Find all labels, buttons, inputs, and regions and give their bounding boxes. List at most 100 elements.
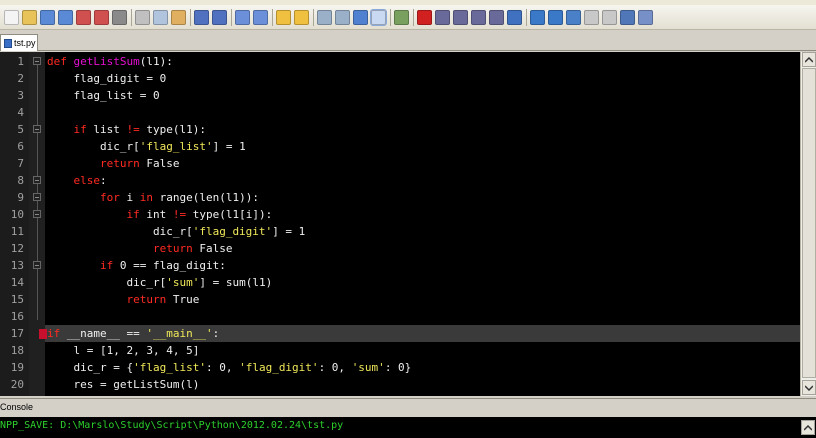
code-text: def getListSum(l1): bbox=[47, 53, 173, 70]
scroll-down-button[interactable] bbox=[802, 380, 816, 395]
code-token: list bbox=[93, 123, 127, 136]
nav-down-icon[interactable] bbox=[548, 10, 563, 25]
scrollbar-thumb[interactable] bbox=[802, 68, 816, 378]
sync-vertical-icon[interactable] bbox=[317, 10, 332, 25]
tab-tst-py[interactable]: tst.py bbox=[0, 34, 38, 51]
code-line: 2 flag_digit = 0 bbox=[17, 70, 816, 87]
code-token: dic_r[ bbox=[47, 276, 167, 289]
code-token: 'flag_digit' bbox=[239, 361, 319, 374]
toolbar-separator bbox=[231, 9, 232, 26]
fold-toggle-icon[interactable] bbox=[33, 210, 41, 218]
scroll-up-button[interactable] bbox=[802, 52, 816, 67]
save-all-icon[interactable] bbox=[58, 10, 73, 25]
close-icon[interactable] bbox=[76, 10, 91, 25]
code-line: 7 return False bbox=[17, 155, 816, 172]
code-text: dic_r = {'flag_list': 0, 'flag_digit': 0… bbox=[47, 359, 411, 376]
function-list-icon[interactable] bbox=[602, 10, 617, 25]
code-token: if bbox=[47, 327, 67, 340]
run-icon[interactable] bbox=[620, 10, 635, 25]
code-token: return bbox=[47, 242, 200, 255]
line-number: 15 bbox=[10, 293, 24, 306]
line-number: 4 bbox=[17, 106, 24, 119]
code-token: : 0} bbox=[384, 361, 412, 374]
zoom-out-icon[interactable] bbox=[294, 10, 309, 25]
compare-icon[interactable] bbox=[566, 10, 581, 25]
line-number: 1 bbox=[17, 55, 24, 68]
spell-check-icon[interactable] bbox=[507, 10, 522, 25]
toolbar-separator bbox=[313, 9, 314, 26]
fold-toggle-icon[interactable] bbox=[33, 57, 41, 65]
toolbar-separator bbox=[526, 9, 527, 26]
code-token: l = [1, 2, 3, 4, 5] bbox=[47, 344, 200, 357]
line-number: 9 bbox=[17, 191, 24, 204]
undo-icon[interactable] bbox=[194, 10, 209, 25]
code-token: return bbox=[47, 293, 173, 306]
line-number: 7 bbox=[17, 157, 24, 170]
code-editor[interactable]: 1 def getListSum(l1): 2 flag_digit = 03 fl… bbox=[0, 52, 816, 396]
code-token: i bbox=[126, 191, 140, 204]
line-number: 16 bbox=[10, 310, 24, 323]
code-token: != bbox=[172, 208, 187, 221]
code-token: dic_r = { bbox=[47, 361, 134, 374]
tab-label: tst.py bbox=[14, 38, 36, 48]
open-file-icon[interactable] bbox=[22, 10, 37, 25]
replace-icon[interactable] bbox=[253, 10, 268, 25]
code-text: if __name__ == '__main__': bbox=[47, 325, 219, 342]
run-macro-multiple-icon[interactable] bbox=[471, 10, 486, 25]
word-wrap-icon[interactable] bbox=[353, 10, 368, 25]
vertical-scrollbar[interactable] bbox=[800, 52, 816, 396]
close-all-icon[interactable] bbox=[94, 10, 109, 25]
indent-guide-icon[interactable] bbox=[394, 10, 409, 25]
code-text: flag_digit = 0 bbox=[47, 70, 166, 87]
save-icon[interactable] bbox=[40, 10, 55, 25]
code-line: 9 for i in range(len(l1)): bbox=[17, 189, 816, 206]
toolbar-separator bbox=[390, 9, 391, 26]
code-text: else: bbox=[47, 172, 107, 189]
fold-toggle-icon[interactable] bbox=[33, 193, 41, 201]
stop-macro-icon[interactable] bbox=[435, 10, 450, 25]
toolbar-separator bbox=[272, 9, 273, 26]
code-line: 16 bbox=[11, 308, 816, 325]
show-all-chars-icon[interactable] bbox=[370, 9, 387, 26]
print-icon[interactable] bbox=[112, 10, 127, 25]
code-token: 'sum' bbox=[166, 276, 200, 289]
redo-icon[interactable] bbox=[212, 10, 227, 25]
code-token: : bbox=[99, 174, 107, 187]
settings-icon[interactable] bbox=[638, 10, 653, 25]
paste-icon[interactable] bbox=[171, 10, 186, 25]
toolbar bbox=[0, 5, 816, 30]
code-token: ] = sum(l1) bbox=[199, 276, 273, 289]
copy-icon[interactable] bbox=[153, 10, 168, 25]
line-number: 5 bbox=[17, 123, 24, 136]
line-number: 19 bbox=[10, 361, 24, 374]
code-token: ] = 1 bbox=[212, 140, 246, 153]
save-macro-icon[interactable] bbox=[489, 10, 504, 25]
console-panel[interactable]: NPP_SAVE: D:\Marslo\Study\Script\Python\… bbox=[0, 417, 816, 438]
fold-toggle-icon[interactable] bbox=[33, 176, 41, 184]
play-macro-icon[interactable] bbox=[453, 10, 468, 25]
fold-toggle-icon[interactable] bbox=[33, 125, 41, 133]
fold-line bbox=[37, 133, 38, 167]
code-text: l = [1, 2, 3, 4, 5] bbox=[47, 342, 199, 359]
fold-toggle-icon[interactable] bbox=[33, 261, 41, 269]
code-text: dic_r['flag_list'] = 1 bbox=[47, 138, 246, 155]
code-line: 6 dic_r['flag_list'] = 1 bbox=[17, 138, 816, 155]
console-scroll-up-button[interactable] bbox=[801, 420, 815, 435]
code-line: 3 flag_list = 0 bbox=[17, 87, 816, 104]
code-token: type(l1): bbox=[139, 123, 206, 136]
code-token: def bbox=[47, 55, 74, 68]
console-header: Console bbox=[0, 398, 816, 417]
code-token: 'sum' bbox=[351, 361, 385, 374]
record-macro-icon[interactable] bbox=[417, 10, 432, 25]
nav-up-icon[interactable] bbox=[530, 10, 545, 25]
code-text: if 0 == flag_digit: bbox=[47, 257, 226, 274]
cut-icon[interactable] bbox=[135, 10, 150, 25]
zoom-in-icon[interactable] bbox=[276, 10, 291, 25]
fold-line bbox=[37, 218, 38, 252]
find-icon[interactable] bbox=[235, 10, 250, 25]
code-token: True bbox=[172, 293, 200, 306]
new-file-icon[interactable] bbox=[4, 10, 19, 25]
code-line: 13 if 0 == flag_digit: bbox=[11, 257, 816, 274]
doc-map-icon[interactable] bbox=[584, 10, 599, 25]
sync-horizontal-icon[interactable] bbox=[335, 10, 350, 25]
